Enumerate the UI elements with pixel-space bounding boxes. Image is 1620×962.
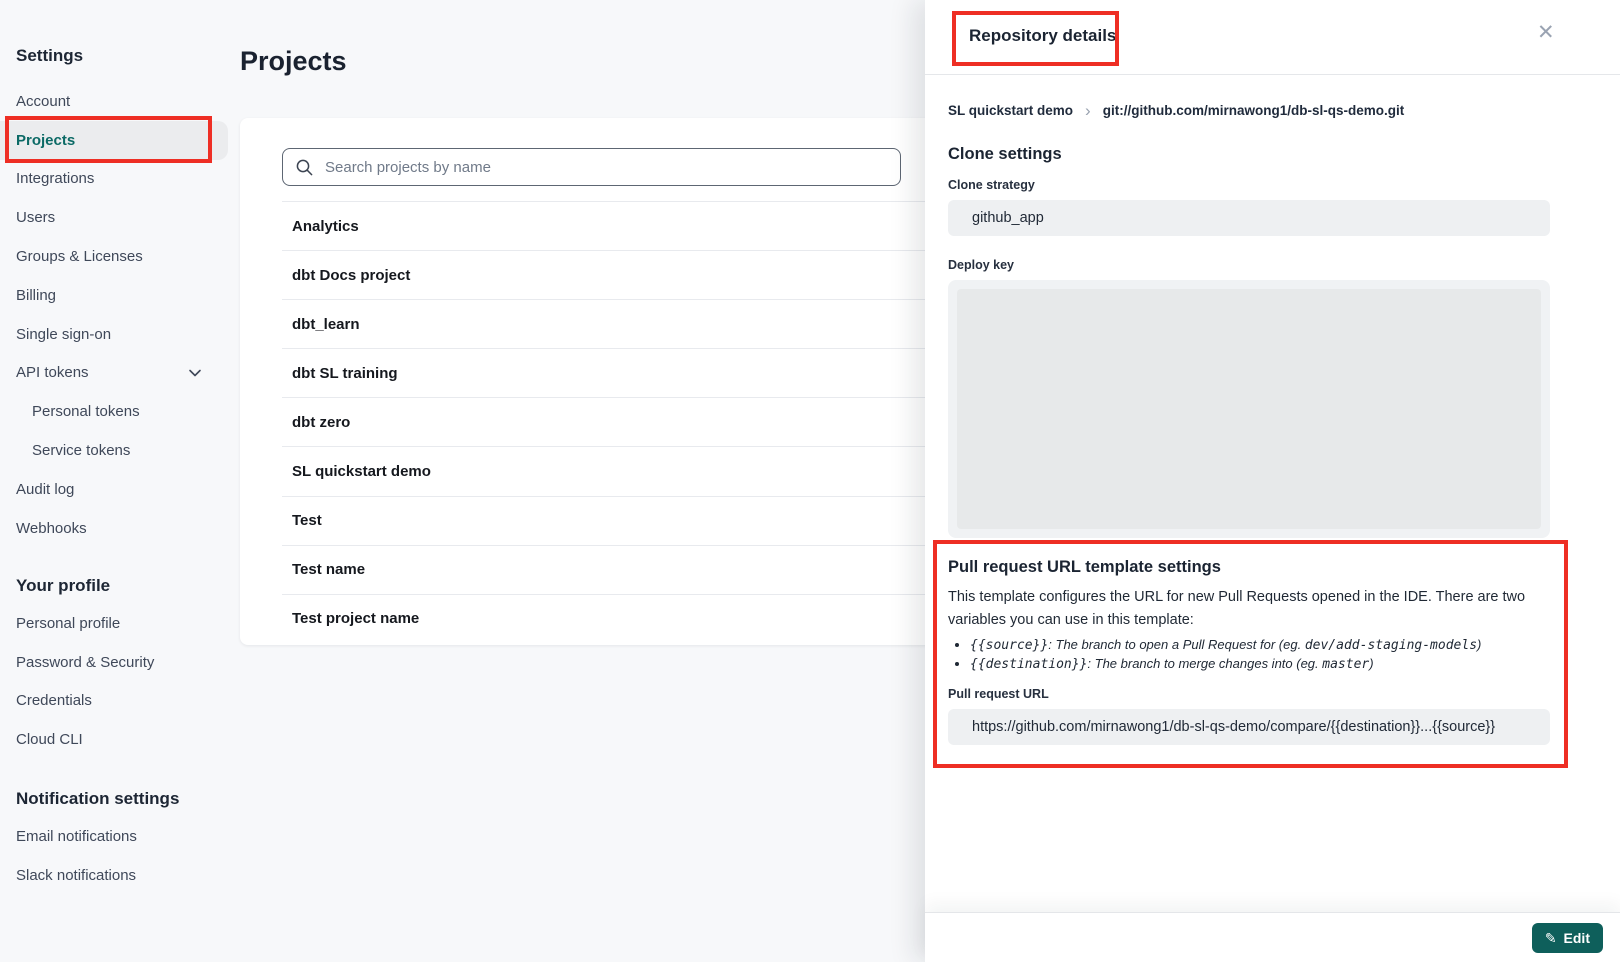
sidebar-item-personal-tokens[interactable]: Personal tokens	[0, 392, 230, 431]
pr-variable-source-close: )	[1477, 637, 1481, 652]
panel-body: SL quickstart demo › git://github.com/mi…	[925, 102, 1620, 745]
pr-variable-destination-close: )	[1369, 656, 1373, 671]
deploy-key-label: Deploy key	[948, 258, 1550, 272]
sidebar-nav-notifications: Email notifications Slack notifications	[0, 817, 230, 895]
deploy-key-redacted-value	[957, 289, 1541, 529]
pr-template-heading: Pull request URL template settings	[948, 558, 1550, 577]
sidebar-item-single-sign-on[interactable]: Single sign-on	[0, 315, 230, 354]
search-input[interactable]	[323, 158, 888, 177]
sidebar-item-slack-notifications[interactable]: Slack notifications	[0, 856, 230, 895]
sidebar-item-password-security[interactable]: Password & Security	[0, 643, 230, 682]
sidebar-item-groups-licenses[interactable]: Groups & Licenses	[0, 237, 230, 276]
sidebar-nav-settings: Account Projects Integrations Users Grou…	[0, 82, 230, 548]
pr-url-label: Pull request URL	[948, 687, 1550, 701]
pr-variable-source-code: {{source}}	[970, 638, 1048, 653]
page-title: Projects	[240, 46, 347, 77]
sidebar-item-projects[interactable]: Projects	[0, 121, 228, 160]
sidebar-item-service-tokens[interactable]: Service tokens	[0, 431, 230, 470]
pr-template-variables: {{source}}: The branch to open a Pull Re…	[948, 636, 1550, 673]
repository-details-panel: Repository details ✕ SL quickstart demo …	[925, 0, 1620, 962]
edit-button-label: Edit	[1564, 930, 1590, 946]
sidebar-item-projects-label: Projects	[16, 132, 75, 149]
sidebar-item-billing[interactable]: Billing	[0, 276, 230, 315]
sidebar-heading-your-profile: Your profile	[16, 576, 110, 596]
sidebar-heading-notification-settings: Notification settings	[16, 789, 179, 809]
sidebar-item-credentials[interactable]: Credentials	[0, 682, 230, 721]
sidebar-heading-settings: Settings	[16, 46, 83, 66]
pr-variable-destination-example: master	[1322, 657, 1369, 672]
edit-button[interactable]: ✎ Edit	[1532, 923, 1603, 953]
panel-header: Repository details ✕	[925, 0, 1620, 75]
panel-title: Repository details	[969, 26, 1116, 46]
search-icon	[295, 158, 314, 177]
sidebar-nav-profile: Personal profile Password & Security Cre…	[0, 604, 230, 759]
breadcrumb-chevron-icon: ›	[1085, 102, 1091, 119]
sidebar-item-webhooks[interactable]: Webhooks	[0, 509, 230, 548]
sidebar-item-cloud-cli[interactable]: Cloud CLI	[0, 720, 230, 759]
close-icon[interactable]: ✕	[1533, 18, 1559, 47]
sidebar-item-personal-profile[interactable]: Personal profile	[0, 604, 230, 643]
project-search[interactable]	[282, 148, 901, 186]
pr-variable-destination: {{destination}}: The branch to merge cha…	[970, 655, 1550, 674]
clone-settings-heading: Clone settings	[948, 145, 1550, 164]
pr-template-description: This template configures the URL for new…	[948, 586, 1550, 631]
clone-strategy-value: github_app	[948, 200, 1550, 236]
sidebar-item-api-tokens-label: API tokens	[16, 364, 89, 381]
sidebar-item-account[interactable]: Account	[0, 82, 230, 121]
sidebar-item-users[interactable]: Users	[0, 198, 230, 237]
breadcrumb-project[interactable]: SL quickstart demo	[948, 103, 1073, 118]
pr-variable-destination-code: {{destination}}	[970, 657, 1087, 672]
chevron-down-icon	[187, 365, 203, 381]
pr-url-value: https://github.com/mirnawong1/db-sl-qs-d…	[948, 709, 1550, 745]
pr-variable-source-text: : The branch to open a Pull Request for …	[1048, 637, 1305, 652]
clone-strategy-label: Clone strategy	[948, 178, 1550, 192]
pr-variable-source-example: dev/add-staging-models	[1305, 638, 1477, 653]
sidebar-item-email-notifications[interactable]: Email notifications	[0, 817, 230, 856]
pr-template-section: Pull request URL template settings This …	[948, 558, 1550, 745]
pr-variable-source: {{source}}: The branch to open a Pull Re…	[970, 636, 1550, 655]
breadcrumb: SL quickstart demo › git://github.com/mi…	[948, 102, 1550, 119]
settings-sidebar: Settings Account Projects Integrations U…	[0, 0, 230, 962]
sidebar-item-audit-log[interactable]: Audit log	[0, 470, 230, 509]
panel-footer: ✎ Edit	[925, 912, 1620, 962]
pencil-icon: ✎	[1545, 930, 1557, 947]
sidebar-item-api-tokens[interactable]: API tokens	[0, 354, 230, 393]
sidebar-item-integrations[interactable]: Integrations	[0, 160, 230, 199]
deploy-key-box	[948, 280, 1550, 538]
breadcrumb-repo-url: git://github.com/mirnawong1/db-sl-qs-dem…	[1103, 103, 1404, 118]
pr-variable-destination-text: : The branch to merge changes into (eg.	[1087, 656, 1322, 671]
